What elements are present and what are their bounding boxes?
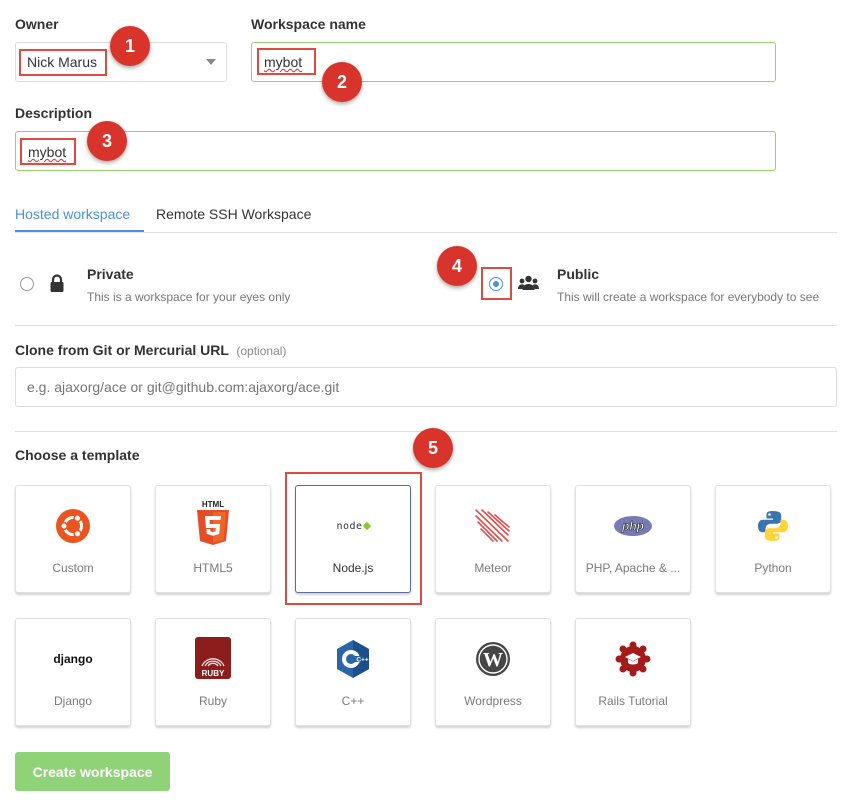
template-name: Python xyxy=(754,561,792,575)
tabs-divider xyxy=(15,232,837,233)
template-name: HTML5 xyxy=(193,561,233,575)
template-card-html5[interactable]: HTML HTML5 xyxy=(155,485,271,593)
html5-icon: HTML xyxy=(156,498,270,548)
private-subtitle: This is a workspace for your eyes only xyxy=(87,290,291,304)
clone-optional-hint: (optional) xyxy=(236,344,287,358)
clone-label: Clone from Git or Mercurial URL xyxy=(15,342,229,358)
templates-heading: Choose a template xyxy=(15,447,140,463)
django-icon: django xyxy=(16,639,130,679)
callout-badge: 2 xyxy=(322,62,362,102)
template-card-cpp[interactable]: C++ C++ xyxy=(295,618,411,726)
clone-label-row: Clone from Git or Mercurial URL (optiona… xyxy=(15,342,286,360)
template-name: Wordpress xyxy=(464,694,522,708)
meteor-icon xyxy=(436,506,550,546)
public-subtitle: This will create a workspace for everybo… xyxy=(557,290,820,304)
lock-icon xyxy=(50,274,64,292)
create-workspace-button[interactable]: Create workspace xyxy=(15,752,170,791)
workspace-name-label: Workspace name xyxy=(251,16,366,32)
owner-highlight xyxy=(19,49,107,76)
users-icon xyxy=(518,275,539,290)
template-name: C++ xyxy=(341,694,365,708)
template-name: Node.js xyxy=(332,561,374,575)
radio-dot xyxy=(493,281,499,287)
php-logo-text: php xyxy=(621,519,644,533)
template-card-ruby[interactable]: RUBY Ruby xyxy=(155,618,271,726)
callout-badge: 1 xyxy=(110,26,150,66)
nodejs-hex xyxy=(362,521,371,531)
html5-logo-text: HTML xyxy=(202,500,224,509)
ubuntu-icon xyxy=(16,506,130,546)
nodejs-logo-text: node xyxy=(336,520,363,532)
template-name: Django xyxy=(53,694,93,708)
description-input[interactable]: mybot xyxy=(15,131,776,171)
private-title: Private xyxy=(87,266,134,282)
template-card-php[interactable]: php PHP, Apache & ... xyxy=(575,485,691,593)
callout-badge: 3 xyxy=(87,121,127,161)
ruby-logo-text: RUBY xyxy=(202,669,225,678)
template-card-django[interactable]: django Django xyxy=(15,618,131,726)
public-radio[interactable] xyxy=(489,277,503,291)
cpp-logo-text: C++ xyxy=(356,657,368,664)
rails-tutorial-icon xyxy=(576,639,690,679)
clone-url-input[interactable] xyxy=(15,367,837,407)
description-label: Description xyxy=(15,105,93,121)
template-name: Custom xyxy=(52,561,94,575)
privacy-divider xyxy=(15,325,837,326)
workspace-name-highlight xyxy=(257,48,316,75)
description-highlight xyxy=(20,138,76,165)
template-card-rails-tutorial[interactable]: Rails Tutorial xyxy=(575,618,691,726)
template-card-wordpress[interactable]: W Wordpress xyxy=(435,618,551,726)
callout-badge: 5 xyxy=(413,428,453,468)
tab-remote-ssh-workspace[interactable]: Remote SSH Workspace xyxy=(156,206,311,222)
owner-label: Owner xyxy=(15,16,59,32)
template-card-custom[interactable]: Custom xyxy=(15,485,131,593)
template-name: Rails Tutorial xyxy=(598,694,668,708)
django-logo-text: django xyxy=(53,652,93,666)
wordpress-icon: W xyxy=(436,639,550,679)
python-icon xyxy=(716,506,830,546)
template-name: Meteor xyxy=(474,561,512,575)
tab-hosted-workspace[interactable]: Hosted workspace xyxy=(15,206,130,222)
nodejs-icon: node xyxy=(296,506,410,546)
wordpress-logo-text: W xyxy=(483,649,503,671)
template-name: Ruby xyxy=(198,694,227,708)
callout-badge: 4 xyxy=(437,246,477,286)
template-card-python[interactable]: Python xyxy=(715,485,831,593)
public-title: Public xyxy=(557,266,600,282)
template-card-nodejs[interactable]: node Node.js xyxy=(295,485,411,593)
private-radio[interactable] xyxy=(20,277,34,291)
cpp-icon: C++ xyxy=(296,639,410,679)
ruby-icon: RUBY xyxy=(156,635,270,681)
chevron-down-icon xyxy=(206,59,216,65)
template-name: PHP, Apache & ... xyxy=(585,561,681,575)
template-card-meteor[interactable]: Meteor xyxy=(435,485,551,593)
php-icon: php xyxy=(576,506,690,546)
